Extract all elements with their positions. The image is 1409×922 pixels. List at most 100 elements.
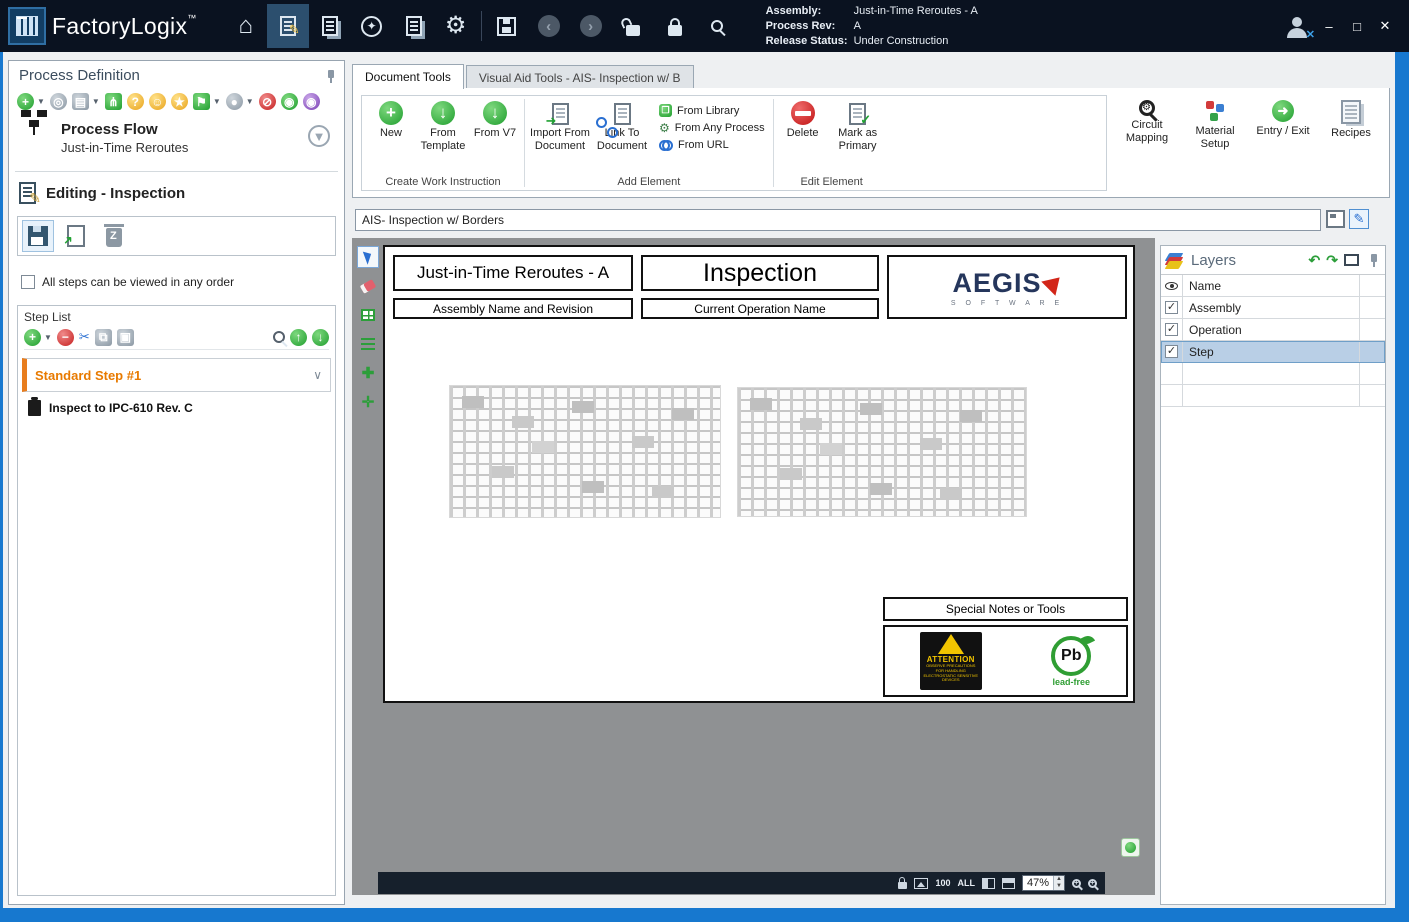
collapse-chevron-icon[interactable]: ▼ bbox=[308, 125, 330, 147]
audit-search-button[interactable] bbox=[696, 4, 738, 48]
zoom-up-arrow[interactable]: ▲ bbox=[1054, 876, 1064, 883]
flow-view-button[interactable]: ⋔ bbox=[105, 93, 122, 110]
from-template-button[interactable]: ↓ From Template bbox=[418, 98, 468, 152]
link-to-document-button[interactable]: Link To Document bbox=[593, 98, 651, 152]
step-instruction-item[interactable]: Inspect to IPC-610 Rev. C bbox=[28, 400, 193, 416]
user-logout-icon[interactable]: ✕ bbox=[1287, 28, 1307, 38]
recipes-button[interactable]: Recipes bbox=[1319, 96, 1383, 150]
add-operation-caret-icon[interactable]: ▼ bbox=[37, 97, 45, 106]
pcb-image-right[interactable] bbox=[737, 387, 1027, 517]
zoom-value-spinner[interactable]: 47% ▲ ▼ bbox=[1022, 875, 1065, 891]
undo-icon[interactable]: ↶ bbox=[1309, 253, 1321, 267]
move-step-down-button[interactable]: ↓ bbox=[312, 329, 329, 346]
design-canvas[interactable]: ✚ ✛ Just-in-Time Reroutes - A Inspection… bbox=[352, 238, 1155, 895]
save-step-button[interactable] bbox=[22, 220, 54, 252]
record-button[interactable]: ◉ bbox=[303, 93, 320, 110]
operation-label-box[interactable]: Current Operation Name bbox=[641, 298, 879, 319]
process-flow-section[interactable]: Process Flow Just-in-Time Reroutes ▼ bbox=[19, 119, 334, 165]
fit-height-button[interactable] bbox=[1002, 878, 1015, 889]
forward-button[interactable]: › bbox=[570, 4, 612, 48]
assembly-header-box[interactable]: Just-in-Time Reroutes - A bbox=[393, 255, 633, 291]
align-tool-button[interactable] bbox=[357, 333, 379, 355]
more-tools-caret-icon[interactable]: ▼ bbox=[246, 97, 254, 106]
anchor-tool-button[interactable]: ✚ bbox=[357, 362, 379, 384]
web-link-button[interactable]: ◎ bbox=[50, 93, 67, 110]
documents-button[interactable] bbox=[309, 4, 351, 48]
circuit-mapping-button[interactable]: Circuit Mapping bbox=[1115, 96, 1179, 150]
any-order-checkbox[interactable] bbox=[21, 275, 35, 289]
visibility-eye-icon[interactable] bbox=[1165, 282, 1178, 290]
from-v7-button[interactable]: ↓ From V7 bbox=[470, 98, 520, 140]
layer-row-assembly[interactable]: ✓ Assembly bbox=[1161, 297, 1385, 319]
step-item-selected[interactable]: Standard Step #1 ∨ bbox=[22, 358, 331, 392]
statusbar-lock-icon[interactable] bbox=[898, 882, 907, 889]
unlock-button[interactable] bbox=[612, 4, 654, 48]
edit-title-button[interactable]: ✎ bbox=[1349, 209, 1369, 229]
layer-row-operation[interactable]: ✓ Operation bbox=[1161, 319, 1385, 341]
scroll-to-content-button[interactable] bbox=[1121, 838, 1140, 857]
find-step-button[interactable] bbox=[273, 331, 285, 343]
import-from-document-button[interactable]: ➜ Import From Document bbox=[529, 98, 591, 152]
delete-element-button[interactable]: Delete bbox=[778, 98, 828, 140]
close-button[interactable]: ✕ bbox=[1371, 14, 1399, 38]
zoom-in-button[interactable]: + bbox=[1072, 879, 1081, 888]
logo-box[interactable]: AEGIS S O F T W A R E bbox=[887, 255, 1127, 319]
from-any-process-button[interactable]: ⚙ From Any Process bbox=[659, 121, 765, 135]
step-chevron-icon[interactable]: ∨ bbox=[313, 368, 322, 382]
zoom-100-button[interactable]: 100 bbox=[935, 878, 950, 888]
person-star-button[interactable]: ★ bbox=[171, 93, 188, 110]
pin-icon[interactable] bbox=[322, 69, 336, 83]
add-operation-button[interactable]: + bbox=[17, 93, 34, 110]
new-button[interactable]: + New bbox=[366, 98, 416, 140]
flag-button[interactable]: ⚑ bbox=[193, 93, 210, 110]
move-tool-button[interactable]: ✛ bbox=[357, 391, 379, 413]
fullscreen-icon[interactable] bbox=[1344, 254, 1359, 266]
remove-step-button[interactable]: − bbox=[57, 329, 74, 346]
from-library-button[interactable]: ❒ From Library bbox=[659, 104, 765, 117]
from-url-button[interactable]: From URL bbox=[659, 139, 765, 151]
minimize-button[interactable]: – bbox=[1315, 14, 1343, 38]
print-caret-icon[interactable]: ▼ bbox=[92, 97, 100, 106]
document-page[interactable]: Just-in-Time Reroutes - A Inspection AEG… bbox=[383, 245, 1135, 703]
pointer-tool-button[interactable] bbox=[357, 246, 379, 268]
assembly-visibility-checkbox[interactable]: ✓ bbox=[1165, 301, 1178, 314]
tab-document-tools[interactable]: Document Tools bbox=[352, 64, 464, 89]
person-question-button[interactable]: ? bbox=[127, 93, 144, 110]
pcb-image-left[interactable] bbox=[449, 385, 721, 518]
copy-icon[interactable]: ⧉ bbox=[95, 329, 112, 346]
reports-button[interactable] bbox=[393, 4, 435, 48]
table-tool-button[interactable] bbox=[357, 304, 379, 326]
add-step-caret-icon[interactable]: ▼ bbox=[44, 333, 52, 342]
operation-visibility-checkbox[interactable]: ✓ bbox=[1165, 323, 1178, 336]
notes-header-box[interactable]: Special Notes or Tools bbox=[883, 597, 1128, 621]
layout-view-button[interactable] bbox=[1326, 210, 1345, 228]
cut-icon[interactable]: ✂ bbox=[79, 329, 90, 345]
statusbar-image-icon[interactable] bbox=[914, 878, 928, 889]
entry-exit-button[interactable]: ➜ Entry / Exit bbox=[1251, 96, 1315, 150]
print-button[interactable]: ▤ bbox=[72, 93, 89, 110]
delete-step-button[interactable] bbox=[98, 220, 130, 252]
zoom-all-button[interactable]: ALL bbox=[958, 878, 976, 888]
document-title-input[interactable]: AIS- Inspection w/ Borders bbox=[355, 209, 1321, 231]
step-visibility-checkbox[interactable]: ✓ bbox=[1165, 345, 1178, 358]
process-editor-button[interactable]: ✎ bbox=[267, 4, 309, 48]
maximize-button[interactable]: □ bbox=[1343, 14, 1371, 38]
eraser-tool-button[interactable] bbox=[357, 275, 379, 297]
settings-button[interactable]: ⚙ bbox=[435, 4, 477, 48]
tab-visual-aid-tools[interactable]: Visual Aid Tools - AIS- Inspection w/ B bbox=[466, 65, 694, 89]
import-step-button[interactable] bbox=[60, 220, 92, 252]
activate-button[interactable]: ◉ bbox=[281, 93, 298, 110]
flag-caret-icon[interactable]: ▼ bbox=[213, 97, 221, 106]
notes-content-box[interactable]: ATTENTION OBSERVE PRECAUTIONS FOR HANDLI… bbox=[883, 625, 1128, 697]
person-button[interactable]: ☺ bbox=[149, 93, 166, 110]
paste-icon[interactable]: ▣ bbox=[117, 329, 134, 346]
lock-button[interactable] bbox=[654, 4, 696, 48]
move-step-up-button[interactable]: ↑ bbox=[290, 329, 307, 346]
add-step-button[interactable]: + bbox=[24, 329, 41, 346]
redo-icon[interactable]: ↷ bbox=[1326, 253, 1338, 267]
zoom-tool-button[interactable]: + bbox=[1088, 879, 1097, 888]
layer-row-step[interactable]: ✓ Step bbox=[1161, 341, 1385, 363]
fit-width-button[interactable] bbox=[982, 878, 995, 889]
save-button[interactable] bbox=[486, 4, 528, 48]
deactivate-button[interactable]: ⊘ bbox=[259, 93, 276, 110]
